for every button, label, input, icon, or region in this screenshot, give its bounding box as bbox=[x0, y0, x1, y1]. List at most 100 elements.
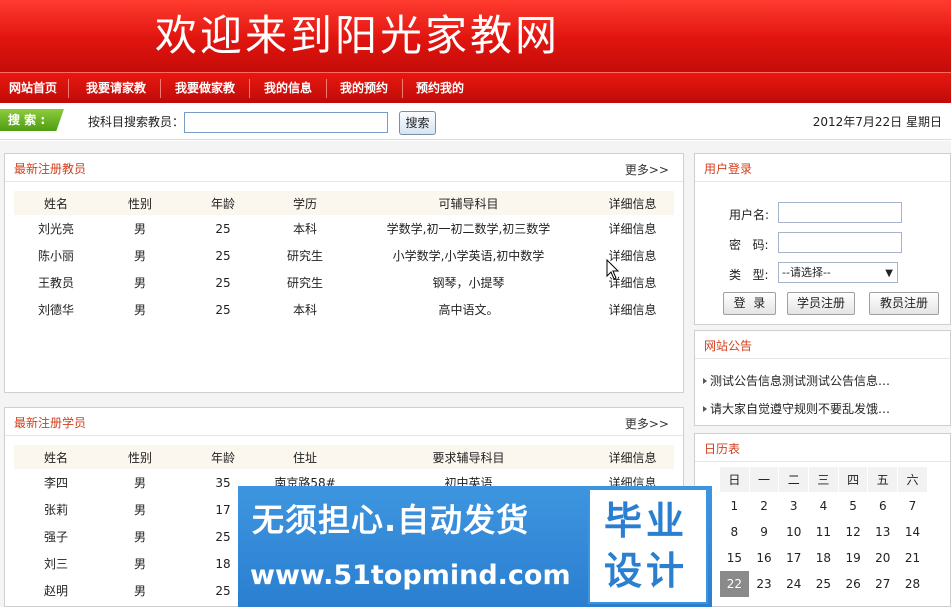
nav-divider bbox=[402, 79, 403, 98]
nav-divider bbox=[68, 79, 69, 98]
calendar-day[interactable]: 5 bbox=[838, 493, 868, 519]
student-gender: 男 bbox=[133, 530, 146, 544]
calendar-day[interactable]: 18 bbox=[809, 545, 839, 571]
notice-item[interactable]: 测试公告信息测试测试公告信息… bbox=[703, 372, 890, 389]
student-register-button[interactable]: 学员注册 bbox=[787, 292, 855, 315]
calendar-day[interactable]: 11 bbox=[809, 519, 839, 545]
calendar-day[interactable]: 4 bbox=[809, 493, 839, 519]
teacher-detail-link[interactable]: 详细信息 bbox=[591, 242, 674, 269]
nav-home[interactable]: 网站首页 bbox=[0, 73, 66, 104]
calendar-day[interactable]: 21 bbox=[898, 545, 928, 571]
teacher-age: 25 bbox=[215, 221, 231, 236]
calendar-day[interactable]: 6 bbox=[868, 493, 898, 519]
column-header: 详细信息 bbox=[591, 191, 674, 215]
teacher-register-button[interactable]: 教员注册 bbox=[869, 292, 939, 315]
more-students-link[interactable]: 更多>> bbox=[625, 415, 669, 432]
calendar-day[interactable]: 19 bbox=[838, 545, 868, 571]
site-notice-panel: 网站公告 测试公告信息测试测试公告信息… 请大家自觉遵守规则不要乱发饿… bbox=[694, 330, 951, 426]
calendar-day[interactable]: 27 bbox=[868, 571, 898, 597]
mouse-pointer-icon bbox=[606, 259, 620, 280]
column-header: 详细信息 bbox=[591, 445, 674, 469]
calendar-day[interactable]: 9 bbox=[749, 519, 779, 545]
panel-title: 最新注册教员 bbox=[14, 162, 87, 176]
calendar-day[interactable]: 25 bbox=[809, 571, 839, 597]
calendar-day[interactable]: 8 bbox=[720, 519, 750, 545]
more-teachers-link[interactable]: 更多>> bbox=[625, 161, 669, 178]
calendar-day[interactable]: 28 bbox=[898, 571, 928, 597]
panel-header: 最新注册教员 更多>> bbox=[5, 154, 683, 182]
teacher-name: 刘德华 bbox=[37, 303, 74, 317]
watermark-slogan: 无须担心.自动发货 bbox=[252, 501, 530, 539]
weekday-header: 日 bbox=[719, 466, 750, 493]
calendar-day[interactable]: 13 bbox=[868, 519, 898, 545]
weekday-header: 六 bbox=[897, 466, 928, 493]
table-header-row: 姓名 性别 年龄 学历 可辅导科目 详细信息 bbox=[14, 191, 674, 215]
calendar-day[interactable]: 3 bbox=[779, 493, 809, 519]
notice-text: 测试公告信息测试测试公告信息… bbox=[710, 374, 891, 388]
nav-my-bookings[interactable]: 我的预约 bbox=[330, 73, 398, 104]
calendar-week-row: 22 23 24 25 26 27 28 bbox=[719, 570, 928, 597]
calendar-day-today[interactable]: 22 bbox=[719, 570, 750, 597]
table-row: 刘光亮 男 25 本科 学数学,初一初二数学,初三数学 详细信息 bbox=[14, 215, 674, 242]
calendar-day[interactable]: 15 bbox=[720, 545, 750, 571]
teacher-detail-link[interactable]: 详细信息 bbox=[591, 296, 674, 323]
calendar-day[interactable]: 17 bbox=[779, 545, 809, 571]
teacher-detail-link[interactable]: 详细信息 bbox=[591, 215, 674, 242]
teacher-subjects: 钢琴，小提琴 bbox=[432, 276, 505, 290]
student-gender: 男 bbox=[133, 584, 146, 598]
nav-hire-tutor[interactable]: 我要请家教 bbox=[76, 73, 156, 104]
panel-header: 用户登录 bbox=[695, 154, 950, 182]
panel-title: 网站公告 bbox=[704, 339, 753, 353]
calendar-week-row: 8 9 10 11 12 13 14 bbox=[720, 519, 928, 545]
site-banner: 欢迎来到阳光家教网 bbox=[0, 0, 951, 72]
user-type-select[interactable]: --请选择-- ▼ bbox=[778, 262, 898, 283]
nav-my-info[interactable]: 我的信息 bbox=[254, 73, 322, 104]
notice-text: 请大家自觉遵守规则不要乱发饿… bbox=[710, 402, 891, 416]
column-header: 可辅导科目 bbox=[346, 191, 591, 215]
panel-title: 用户登录 bbox=[704, 162, 753, 176]
nav-divider bbox=[160, 79, 161, 98]
calendar-week-row: 1 2 3 4 5 6 7 bbox=[720, 493, 928, 519]
nav-divider bbox=[249, 79, 250, 98]
calendar-day[interactable]: 26 bbox=[838, 571, 868, 597]
teacher-detail-link[interactable]: 详细信息 bbox=[591, 269, 674, 296]
teacher-gender: 男 bbox=[133, 249, 146, 263]
password-label: 密 码: bbox=[729, 238, 769, 252]
calendar-day[interactable]: 1 bbox=[720, 493, 750, 519]
panel-title: 日历表 bbox=[704, 442, 741, 456]
search-input[interactable] bbox=[184, 112, 388, 133]
nav-booked-me[interactable]: 预约我的 bbox=[406, 73, 474, 104]
password-input[interactable] bbox=[778, 232, 902, 253]
table-row: 王教员 男 25 研究生 钢琴，小提琴 详细信息 bbox=[14, 269, 674, 296]
panel-header: 网站公告 bbox=[695, 331, 950, 359]
teacher-name: 刘光亮 bbox=[37, 222, 74, 236]
column-header: 学历 bbox=[264, 191, 346, 215]
calendar-day[interactable]: 24 bbox=[779, 571, 809, 597]
main-nav: 网站首页 我要请家教 我要做家教 我的信息 我的预约 预约我的 bbox=[0, 72, 951, 103]
calendar-day[interactable]: 7 bbox=[898, 493, 928, 519]
calendar-week-row: 15 16 17 18 19 20 21 bbox=[720, 545, 928, 571]
search-button[interactable]: 搜索 bbox=[399, 111, 436, 135]
calendar-day[interactable]: 2 bbox=[749, 493, 779, 519]
teacher-education: 本科 bbox=[292, 222, 317, 236]
nav-be-tutor[interactable]: 我要做家教 bbox=[165, 73, 245, 104]
student-name: 刘三 bbox=[43, 557, 68, 571]
column-header: 姓名 bbox=[14, 191, 98, 215]
user-login-panel: 用户登录 用户名: 密 码: 类 型: --请选择-- ▼ 登 录 学员注册 教… bbox=[694, 153, 951, 325]
login-button[interactable]: 登 录 bbox=[723, 292, 776, 315]
calendar-day[interactable]: 16 bbox=[749, 545, 779, 571]
teacher-education: 本科 bbox=[292, 303, 317, 317]
table-row: 陈小丽 男 25 研究生 小学数学,小学英语,初中数学 详细信息 bbox=[14, 242, 674, 269]
username-input[interactable] bbox=[778, 202, 902, 223]
calendar-day[interactable]: 10 bbox=[779, 519, 809, 545]
username-label: 用户名: bbox=[729, 208, 770, 222]
weekday-header: 四 bbox=[837, 466, 869, 493]
calendar-day[interactable]: 12 bbox=[838, 519, 868, 545]
teacher-subjects: 高中语文。 bbox=[438, 303, 499, 317]
calendar-day[interactable]: 20 bbox=[868, 545, 898, 571]
calendar-day[interactable]: 23 bbox=[749, 571, 779, 597]
search-tag: 搜 索 : bbox=[0, 109, 64, 131]
calendar-day[interactable]: 14 bbox=[898, 519, 928, 545]
watermark-overlay: 无须担心.自动发货 www.51topmind.com 毕业 设计 bbox=[238, 486, 712, 607]
notice-item[interactable]: 请大家自觉遵守规则不要乱发饿… bbox=[703, 400, 890, 417]
